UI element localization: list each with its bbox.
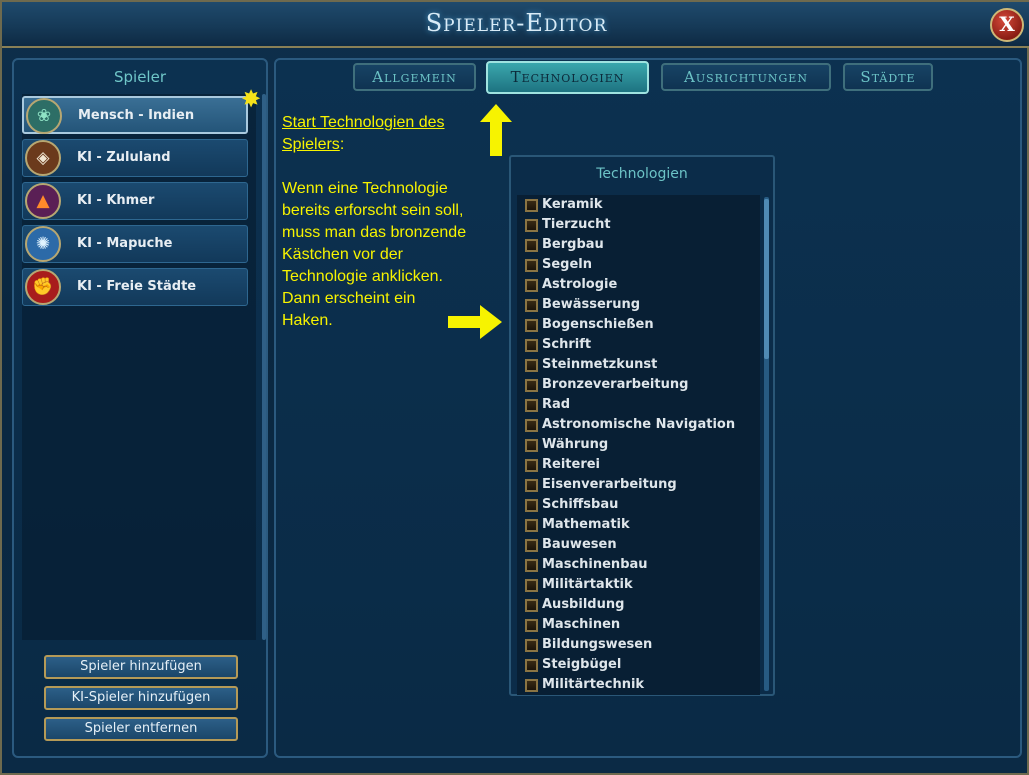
player-editor-window: Spieler-Editor X Spieler ❀ Mensch - Indi… <box>0 0 1029 775</box>
technology-checkbox[interactable] <box>525 539 538 552</box>
technology-scrollbar[interactable] <box>764 197 769 691</box>
temple-icon: ▲ <box>25 183 61 219</box>
player-row-4[interactable]: ✊ KI - Freie Städte <box>22 268 248 306</box>
technology-label: Rad <box>542 397 571 412</box>
player-label: KI - Zululand <box>77 150 171 165</box>
technology-label: Maschinenbau <box>542 557 648 572</box>
technology-checkbox[interactable] <box>525 379 538 392</box>
technology-checkbox[interactable] <box>525 219 538 232</box>
annotation-title-suffix: : <box>339 136 345 153</box>
technology-checkbox[interactable] <box>525 239 538 252</box>
remove-player-button[interactable]: Spieler entfernen <box>44 717 238 741</box>
technology-label: Bronzeverarbeitung <box>542 377 689 392</box>
technology-label: Segeln <box>542 257 593 272</box>
tab-technologien[interactable]: Technologien <box>486 61 649 94</box>
technology-label: Militärtechnik <box>542 677 645 692</box>
player-row-0[interactable]: ❀ Mensch - Indien <box>22 96 248 134</box>
players-panel: Spieler ❀ Mensch - Indien ◈ KI - Zululan… <box>12 58 268 758</box>
technology-label: Bogenschießen <box>542 317 654 332</box>
annotation-title-text: Start Technologien des Spielers <box>282 114 445 153</box>
technology-checkbox[interactable] <box>525 459 538 472</box>
technology-checkbox[interactable] <box>525 299 538 312</box>
technology-checkbox[interactable] <box>525 399 538 412</box>
player-label: KI - Freie Städte <box>77 279 197 294</box>
technology-checkbox[interactable] <box>525 659 538 672</box>
technology-list: Keramik Tierzucht Bergbau Segeln Astrologie B… <box>517 195 760 695</box>
technology-label: Steinmetzkunst <box>542 357 658 372</box>
add-player-button[interactable]: Spieler hinzufügen <box>44 655 238 679</box>
annotation-title: Start Technologien des Spielers: <box>282 112 492 156</box>
technology-checkbox[interactable] <box>525 199 538 212</box>
technology-label: Steigbügel <box>542 657 622 672</box>
technologies-panel: Technologien Keramik Tierzucht Bergbau Sege… <box>509 155 775 696</box>
technology-checkbox[interactable] <box>525 479 538 492</box>
right-arrow-icon <box>448 305 502 339</box>
tab-staedte[interactable]: Städte <box>843 63 933 91</box>
shield-icon: ◈ <box>25 140 61 176</box>
technology-checkbox[interactable] <box>525 519 538 532</box>
technology-checkbox[interactable] <box>525 499 538 512</box>
window-title: Spieler-Editor <box>425 9 608 37</box>
add-ai-player-button[interactable]: KI-Spieler hinzufügen <box>44 686 238 710</box>
players-header: Spieler <box>113 68 166 86</box>
title-bar: Spieler-Editor X <box>2 2 1029 48</box>
technology-label: Währung <box>542 437 609 452</box>
technology-checkbox[interactable] <box>525 259 538 272</box>
player-row-2[interactable]: ▲ KI - Khmer <box>22 182 248 220</box>
technology-label: Militärtaktik <box>542 577 633 592</box>
technology-label: Keramik <box>542 197 603 212</box>
lotus-icon: ❀ <box>26 98 62 134</box>
technologies-header: Technologien <box>596 166 688 182</box>
close-button[interactable]: X <box>990 8 1024 42</box>
technology-label: Bildungswesen <box>542 637 653 652</box>
technology-label: Schrift <box>542 337 592 352</box>
spiral-icon: ✺ <box>25 226 61 262</box>
technology-label: Bewässerung <box>542 297 641 312</box>
technology-checkbox[interactable] <box>525 579 538 592</box>
player-label: KI - Khmer <box>77 193 155 208</box>
technology-checkbox[interactable] <box>525 319 538 332</box>
tab-allgemein[interactable]: Allgemein <box>353 63 476 91</box>
technology-checkbox[interactable] <box>525 559 538 572</box>
technology-checkbox[interactable] <box>525 639 538 652</box>
technology-checkbox[interactable] <box>525 679 538 692</box>
technology-label: Ausbildung <box>542 597 625 612</box>
player-label: KI - Mapuche <box>77 236 173 251</box>
star-marker-icon: ✸ <box>240 85 262 113</box>
technology-label: Eisenverarbeitung <box>542 477 677 492</box>
technology-checkbox[interactable] <box>525 439 538 452</box>
tab-ausrichtungen[interactable]: Ausrichtungen <box>661 63 831 91</box>
technology-label: Astrologie <box>542 277 618 292</box>
technology-label: Bauwesen <box>542 537 617 552</box>
technology-label: Tierzucht <box>542 217 611 232</box>
annotation-body: Wenn eine Technologie bereits erforscht … <box>282 180 467 329</box>
technology-label: Mathematik <box>542 517 630 532</box>
technology-label: Maschinen <box>542 617 621 632</box>
player-row-3[interactable]: ✺ KI - Mapuche <box>22 225 248 263</box>
technology-checkbox[interactable] <box>525 619 538 632</box>
technology-checkbox[interactable] <box>525 339 538 352</box>
technology-checkbox[interactable] <box>525 279 538 292</box>
player-list: ❀ Mensch - Indien ◈ KI - Zululand ▲ KI -… <box>22 94 256 640</box>
technology-checkbox[interactable] <box>525 419 538 432</box>
technology-label: Schiffsbau <box>542 497 619 512</box>
technology-checkbox[interactable] <box>525 359 538 372</box>
fist-icon: ✊ <box>25 269 61 305</box>
technology-label: Reiterei <box>542 457 600 472</box>
technology-checkbox[interactable] <box>525 599 538 612</box>
player-label: Mensch - Indien <box>78 108 195 123</box>
technology-label: Bergbau <box>542 237 604 252</box>
scrollbar-thumb[interactable] <box>764 199 769 359</box>
player-row-1[interactable]: ◈ KI - Zululand <box>22 139 248 177</box>
technology-label: Astronomische Navigation <box>542 417 736 432</box>
player-list-scrollbar[interactable] <box>262 94 266 640</box>
